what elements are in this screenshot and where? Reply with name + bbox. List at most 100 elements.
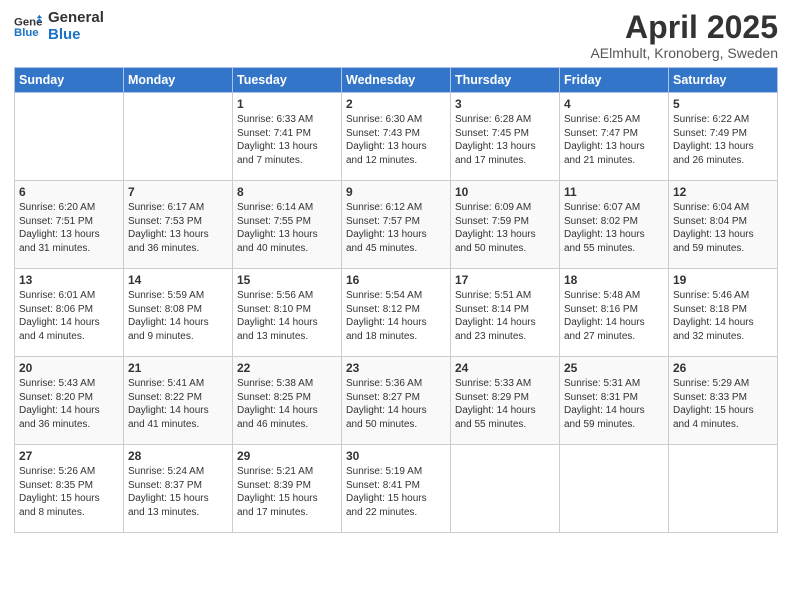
day-info: Sunrise: 6:22 AM Sunset: 7:49 PM Dayligh… (673, 113, 773, 167)
calendar-header-row: SundayMondayTuesdayWednesdayThursdayFrid… (15, 68, 778, 93)
day-info: Sunrise: 5:19 AM Sunset: 8:41 PM Dayligh… (346, 465, 446, 519)
day-info: Sunrise: 5:36 AM Sunset: 8:27 PM Dayligh… (346, 377, 446, 431)
day-info: Sunrise: 6:12 AM Sunset: 7:57 PM Dayligh… (346, 201, 446, 255)
calendar-cell: 9 Sunrise: 6:12 AM Sunset: 7:57 PM Daylig… (342, 181, 451, 269)
calendar-cell: 25 Sunrise: 5:31 AM Sunset: 8:31 PM Dayli… (560, 357, 669, 445)
day-info: Sunrise: 5:48 AM Sunset: 8:16 PM Dayligh… (564, 289, 664, 343)
header-saturday: Saturday (669, 68, 778, 93)
day-number: 29 (237, 449, 337, 463)
day-number: 18 (564, 273, 664, 287)
calendar-cell: 26 Sunrise: 5:29 AM Sunset: 8:33 PM Dayli… (669, 357, 778, 445)
header-thursday: Thursday (451, 68, 560, 93)
calendar-cell: 2 Sunrise: 6:30 AM Sunset: 7:43 PM Daylig… (342, 93, 451, 181)
calendar-cell: 24 Sunrise: 5:33 AM Sunset: 8:29 PM Dayli… (451, 357, 560, 445)
day-number: 8 (237, 185, 337, 199)
day-number: 3 (455, 97, 555, 111)
header: General Blue General Blue April 2025 AEl… (14, 10, 778, 61)
day-number: 22 (237, 361, 337, 375)
title-block: April 2025 AElmhult, Kronoberg, Sweden (590, 10, 778, 61)
day-number: 6 (19, 185, 119, 199)
calendar-cell: 4 Sunrise: 6:25 AM Sunset: 7:47 PM Daylig… (560, 93, 669, 181)
calendar-cell: 15Sunrise: 5:56 AM Sunset: 8:10 PM Dayli… (233, 269, 342, 357)
calendar-cell: 16Sunrise: 5:54 AM Sunset: 8:12 PM Dayli… (342, 269, 451, 357)
day-number: 13 (19, 273, 119, 287)
calendar-cell: 1 Sunrise: 6:33 AM Sunset: 7:41 PM Daylig… (233, 93, 342, 181)
page: General Blue General Blue April 2025 AEl… (0, 0, 792, 612)
calendar-cell: 6 Sunrise: 6:20 AM Sunset: 7:51 PM Daylig… (15, 181, 124, 269)
day-number: 2 (346, 97, 446, 111)
calendar-cell: 3Sunrise: 6:28 AM Sunset: 7:45 PM Daylig… (451, 93, 560, 181)
day-number: 24 (455, 361, 555, 375)
day-number: 11 (564, 185, 664, 199)
calendar-cell: 19Sunrise: 5:46 AM Sunset: 8:18 PM Dayli… (669, 269, 778, 357)
day-info: Sunrise: 5:26 AM Sunset: 8:35 PM Dayligh… (19, 465, 119, 519)
calendar-cell: 30Sunrise: 5:19 AM Sunset: 8:41 PM Dayli… (342, 445, 451, 533)
day-info: Sunrise: 5:38 AM Sunset: 8:25 PM Dayligh… (237, 377, 337, 431)
day-info: Sunrise: 5:46 AM Sunset: 8:18 PM Dayligh… (673, 289, 773, 343)
day-number: 4 (564, 97, 664, 111)
header-sunday: Sunday (15, 68, 124, 93)
day-info: Sunrise: 6:01 AM Sunset: 8:06 PM Dayligh… (19, 289, 119, 343)
day-info: Sunrise: 6:30 AM Sunset: 7:43 PM Dayligh… (346, 113, 446, 167)
day-number: 1 (237, 97, 337, 111)
week-row-2: 13 Sunrise: 6:01 AM Sunset: 8:06 PM Dayli… (15, 269, 778, 357)
week-row-3: 20Sunrise: 5:43 AM Sunset: 8:20 PM Dayli… (15, 357, 778, 445)
calendar-cell: 21 Sunrise: 5:41 AM Sunset: 8:22 PM Dayli… (124, 357, 233, 445)
week-row-1: 6 Sunrise: 6:20 AM Sunset: 7:51 PM Daylig… (15, 181, 778, 269)
day-info: Sunrise: 5:56 AM Sunset: 8:10 PM Dayligh… (237, 289, 337, 343)
day-info: Sunrise: 6:17 AM Sunset: 7:53 PM Dayligh… (128, 201, 228, 255)
day-number: 7 (128, 185, 228, 199)
day-number: 14 (128, 273, 228, 287)
calendar-table: SundayMondayTuesdayWednesdayThursdayFrid… (14, 67, 778, 533)
main-title: April 2025 (590, 10, 778, 45)
header-monday: Monday (124, 68, 233, 93)
calendar-cell: 22 Sunrise: 5:38 AM Sunset: 8:25 PM Dayli… (233, 357, 342, 445)
day-info: Sunrise: 5:21 AM Sunset: 8:39 PM Dayligh… (237, 465, 337, 519)
calendar-cell: 11Sunrise: 6:07 AM Sunset: 8:02 PM Dayli… (560, 181, 669, 269)
day-info: Sunrise: 6:20 AM Sunset: 7:51 PM Dayligh… (19, 201, 119, 255)
day-number: 10 (455, 185, 555, 199)
day-number: 27 (19, 449, 119, 463)
day-info: Sunrise: 5:24 AM Sunset: 8:37 PM Dayligh… (128, 465, 228, 519)
day-info: Sunrise: 5:59 AM Sunset: 8:08 PM Dayligh… (128, 289, 228, 343)
day-number: 26 (673, 361, 773, 375)
subtitle: AElmhult, Kronoberg, Sweden (590, 45, 778, 61)
day-info: Sunrise: 6:25 AM Sunset: 7:47 PM Dayligh… (564, 113, 664, 167)
calendar-cell: 27 Sunrise: 5:26 AM Sunset: 8:35 PM Dayli… (15, 445, 124, 533)
day-info: Sunrise: 5:41 AM Sunset: 8:22 PM Dayligh… (128, 377, 228, 431)
svg-text:Blue: Blue (14, 26, 39, 38)
day-info: Sunrise: 5:33 AM Sunset: 8:29 PM Dayligh… (455, 377, 555, 431)
day-info: Sunrise: 5:31 AM Sunset: 8:31 PM Dayligh… (564, 377, 664, 431)
week-row-0: 1 Sunrise: 6:33 AM Sunset: 7:41 PM Daylig… (15, 93, 778, 181)
logo-blue: Blue (48, 27, 104, 44)
calendar-cell (124, 93, 233, 181)
header-friday: Friday (560, 68, 669, 93)
day-number: 16 (346, 273, 446, 287)
calendar-cell: 5 Sunrise: 6:22 AM Sunset: 7:49 PM Daylig… (669, 93, 778, 181)
day-info: Sunrise: 5:29 AM Sunset: 8:33 PM Dayligh… (673, 377, 773, 431)
day-number: 23 (346, 361, 446, 375)
day-number: 25 (564, 361, 664, 375)
day-info: Sunrise: 6:14 AM Sunset: 7:55 PM Dayligh… (237, 201, 337, 255)
calendar-cell: 10 Sunrise: 6:09 AM Sunset: 7:59 PM Dayli… (451, 181, 560, 269)
day-info: Sunrise: 6:33 AM Sunset: 7:41 PM Dayligh… (237, 113, 337, 167)
calendar-cell (669, 445, 778, 533)
header-wednesday: Wednesday (342, 68, 451, 93)
day-number: 17 (455, 273, 555, 287)
calendar-cell: 12Sunrise: 6:04 AM Sunset: 8:04 PM Dayli… (669, 181, 778, 269)
calendar-cell: 7 Sunrise: 6:17 AM Sunset: 7:53 PM Daylig… (124, 181, 233, 269)
header-tuesday: Tuesday (233, 68, 342, 93)
calendar-cell: 8 Sunrise: 6:14 AM Sunset: 7:55 PM Daylig… (233, 181, 342, 269)
calendar-cell: 23 Sunrise: 5:36 AM Sunset: 8:27 PM Dayli… (342, 357, 451, 445)
day-info: Sunrise: 5:43 AM Sunset: 8:20 PM Dayligh… (19, 377, 119, 431)
day-info: Sunrise: 6:09 AM Sunset: 7:59 PM Dayligh… (455, 201, 555, 255)
day-number: 9 (346, 185, 446, 199)
calendar-cell: 18 Sunrise: 5:48 AM Sunset: 8:16 PM Dayli… (560, 269, 669, 357)
calendar-cell (15, 93, 124, 181)
day-number: 5 (673, 97, 773, 111)
logo-icon: General Blue (14, 13, 42, 41)
calendar-cell: 28Sunrise: 5:24 AM Sunset: 8:37 PM Dayli… (124, 445, 233, 533)
logo: General Blue General Blue (14, 10, 104, 43)
day-info: Sunrise: 6:04 AM Sunset: 8:04 PM Dayligh… (673, 201, 773, 255)
day-number: 21 (128, 361, 228, 375)
